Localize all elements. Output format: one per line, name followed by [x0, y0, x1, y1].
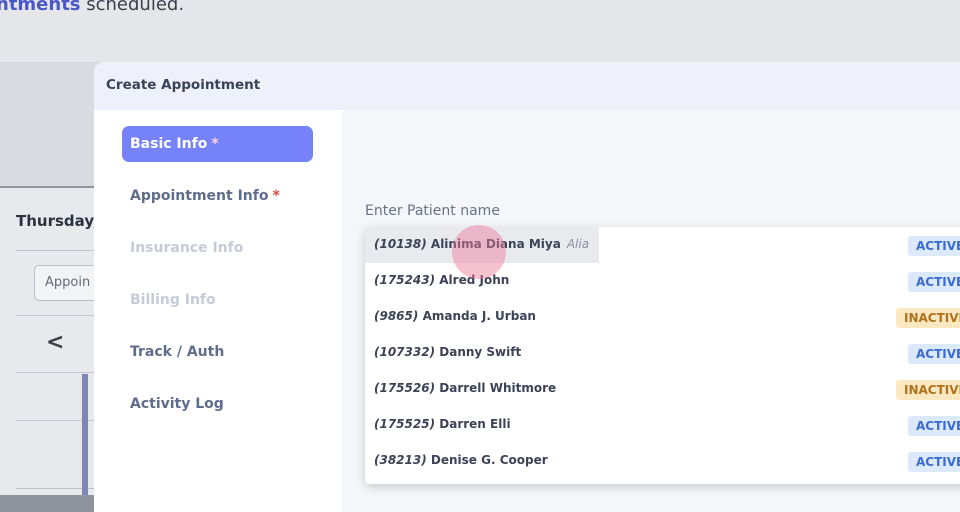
patient-name: Darren Elli: [439, 417, 511, 431]
patient-id: (107332): [374, 345, 436, 359]
divider: [16, 250, 100, 251]
nav-item-label: Appointment Info: [130, 188, 269, 204]
patient-label: (9865) Amanda J. Urban: [374, 309, 536, 323]
patient-id: (9865): [374, 309, 419, 323]
calendar-date: Thursday,: [16, 212, 99, 230]
nav-item-label: Activity Log: [130, 396, 224, 412]
appointments-summary: ntments scheduled.: [0, 0, 184, 15]
status-badge: ACTIVE: [908, 344, 960, 364]
patient-label: (175525) Darren Elli: [374, 417, 511, 431]
list-item[interactable]: (107332) Danny Swift ACTIVE: [365, 335, 960, 371]
appointments-summary-text: scheduled.: [80, 0, 185, 15]
modal-sidebar: Basic Info * Appointment Info * Insurance …: [94, 110, 342, 512]
list-item[interactable]: (9865) Amanda J. Urban INACTIVE: [365, 299, 960, 335]
patient-name-label: Enter Patient name: [365, 203, 500, 219]
list-item[interactable]: (38213) Denise G. Cooper ACTIVE: [365, 443, 960, 479]
list-item[interactable]: (175243) Alred John ACTIVE: [365, 263, 960, 299]
modal-title: Create Appointment: [106, 77, 261, 93]
nav-item-label: Track / Auth: [130, 344, 225, 360]
required-marker: *: [272, 188, 280, 204]
status-badge: INACTIVE: [896, 308, 960, 328]
modal-header: Create Appointment: [94, 62, 960, 110]
patient-label: (107332) Danny Swift: [374, 345, 521, 359]
list-item[interactable]: (175526) Darrell Whitmore INACTIVE: [365, 371, 960, 407]
patient-id: (175243): [374, 273, 436, 287]
background-header: ntments scheduled.: [0, 0, 960, 62]
required-marker: *: [211, 136, 219, 152]
patient-name: Danny Swift: [439, 345, 522, 359]
nav-item-label: Billing Info: [130, 292, 216, 308]
patient-label: (175526) Darrell Whitmore: [374, 381, 556, 395]
patient-alias: Alia: [566, 237, 590, 251]
appointment-type-select-label: Appoin: [45, 275, 91, 290]
nav-item-track-auth[interactable]: Track / Auth: [122, 334, 313, 370]
nav-item-label: Insurance Info: [130, 240, 244, 256]
patient-label: (38213) Denise G. Cooper: [374, 453, 548, 467]
nav-item-label: Basic Info: [130, 136, 208, 152]
nav-item-activity-log[interactable]: Activity Log: [122, 386, 313, 422]
nav-item-billing-info: Billing Info: [122, 282, 313, 318]
nav-item-basic-info[interactable]: Basic Info *: [122, 126, 313, 162]
divider: [16, 372, 100, 373]
list-item[interactable]: (175525) Darren Elli ACTIVE: [365, 407, 960, 443]
status-badge: ACTIVE: [908, 416, 960, 436]
status-badge: ACTIVE: [908, 452, 960, 472]
divider: [16, 315, 100, 316]
calendar-event-bar: [82, 374, 88, 495]
patient-id: (175525): [374, 417, 436, 431]
patient-id: (175526): [374, 381, 436, 395]
nav-item-insurance-info: Insurance Info: [122, 230, 313, 266]
nav-item-appointment-info[interactable]: Appointment Info *: [122, 178, 313, 214]
patient-id: (10138): [374, 237, 427, 251]
status-badge: ACTIVE: [908, 236, 960, 256]
patient-id: (38213): [374, 453, 427, 467]
status-badge: ACTIVE: [908, 272, 960, 292]
patient-name: Denise G. Cooper: [430, 453, 548, 467]
patient-name: Darrell Whitmore: [439, 381, 557, 395]
patient-search-results: (10138) Alinima Diana Miya Alia ACTIVE (1…: [365, 227, 960, 484]
patient-name: Amanda J. Urban: [422, 309, 536, 323]
appointments-count-link[interactable]: ntments: [0, 0, 81, 15]
chevron-left-icon[interactable]: <: [46, 330, 64, 355]
click-indicator: [452, 225, 506, 279]
status-badge: INACTIVE: [896, 380, 960, 400]
